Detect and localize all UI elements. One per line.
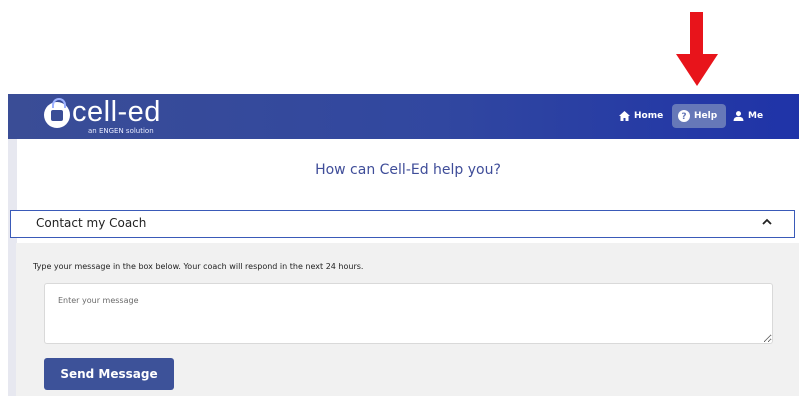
contact-coach-accordion-header[interactable]: Contact my Coach [10,210,795,238]
nav-home-link[interactable]: Home [619,104,663,128]
nav-help-link[interactable]: ? Help [672,104,727,128]
home-icon [619,111,630,121]
nav-me-link[interactable]: Me [733,104,763,128]
contact-coach-panel: Type your message in the box below. Your… [16,243,799,396]
top-navigation-bar: cell-ed an ENGEN solution Home ? Help Me [8,94,799,139]
annotation-arrow-icon [676,12,718,86]
brand-tagline: an ENGEN solution [88,127,154,135]
nav-home-label: Home [634,111,664,121]
svg-text:?: ? [681,112,686,122]
help-icon: ? [678,110,690,122]
user-icon [733,111,744,121]
send-message-button[interactable]: Send Message [44,358,174,390]
message-input[interactable] [44,283,773,344]
accordion-label: Contact my Coach [36,216,147,230]
nav-help-label: Help [694,111,718,121]
message-instructions: Type your message in the box below. Your… [33,262,364,271]
nav-me-label: Me [748,111,764,121]
brand-name: cell-ed [72,96,161,128]
page-title: How can Cell-Ed help you? [315,162,501,178]
chevron-up-icon [762,218,772,225]
phone-logo-icon [44,98,70,128]
